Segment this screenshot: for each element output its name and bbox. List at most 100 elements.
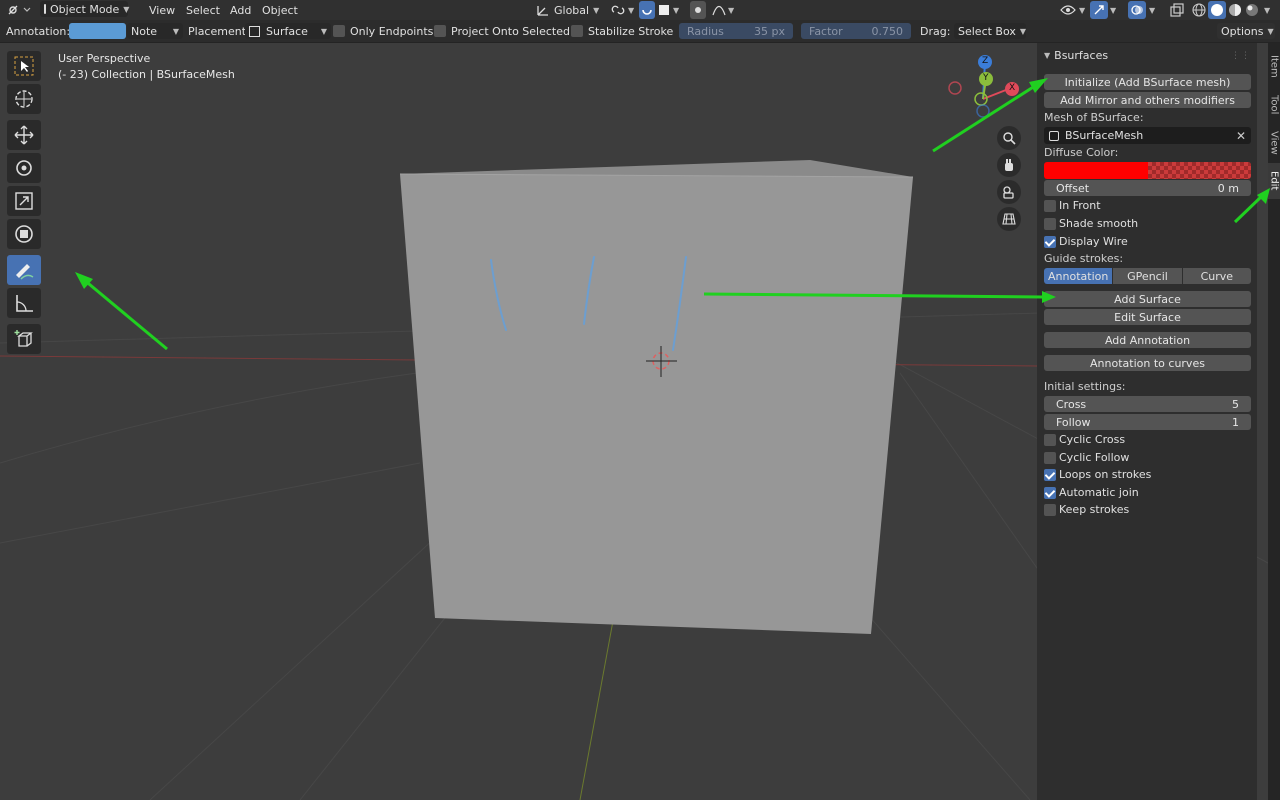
tool-move[interactable] — [7, 120, 41, 150]
mesh-value: BSurfaceMesh — [1065, 129, 1144, 142]
zoom-button[interactable] — [997, 126, 1021, 150]
close-icon[interactable]: ✕ — [1236, 129, 1246, 143]
in-front-checkbox[interactable]: In Front — [1044, 199, 1251, 212]
tab-edit[interactable]: Edit — [1268, 163, 1280, 199]
tool-select-box[interactable] — [7, 51, 41, 81]
radius-value: 35 px — [754, 24, 785, 38]
automatic-join-checkbox[interactable]: Automatic join — [1044, 486, 1251, 499]
perspective-toggle-button[interactable] — [997, 207, 1021, 231]
snap-toggle[interactable] — [639, 1, 655, 19]
drag-value: Select Box — [958, 24, 1016, 38]
checkbox-box — [434, 25, 446, 37]
menu-select[interactable]: Select — [186, 1, 220, 19]
seg-curve[interactable]: Curve — [1182, 268, 1251, 284]
cyclic-cross-checkbox[interactable]: Cyclic Cross — [1044, 433, 1251, 446]
drag-handle-icon[interactable]: ⋮⋮ — [1231, 51, 1251, 61]
grid-view-icon — [1002, 213, 1016, 225]
camera-icon — [1003, 186, 1014, 199]
checkbox-box — [1044, 235, 1056, 248]
annotation-color-swatch[interactable] — [69, 23, 126, 39]
tool-scale[interactable] — [7, 186, 41, 216]
tool-add-cube[interactable] — [7, 324, 41, 354]
tool-transform[interactable] — [7, 219, 41, 249]
cursor-icon — [15, 90, 33, 108]
xray-toggle[interactable] — [1170, 1, 1184, 19]
mode-dropdown[interactable]: Object Mode ▼ — [40, 1, 129, 17]
checkbox-box — [1044, 433, 1056, 446]
annotation-layer-name: Note — [131, 24, 158, 38]
placement-dropdown[interactable]: Surface ▼ — [245, 23, 331, 39]
gizmo-dropdown[interactable]: ▼ — [1110, 1, 1116, 19]
follow-label: Follow — [1056, 415, 1091, 429]
menu-object[interactable]: Object — [262, 1, 298, 19]
blender-window: Object Mode ▼ View Select Add Object Glo… — [0, 0, 1280, 800]
loops-on-strokes-checkbox[interactable]: Loops on strokes — [1044, 468, 1251, 481]
chevron-down-icon: ▼ — [728, 5, 735, 15]
offset-field[interactable]: Offset 0 m — [1044, 180, 1251, 196]
zoom-icon — [1003, 132, 1016, 145]
panel-header[interactable]: ▼ Bsurfaces ⋮⋮ — [1044, 49, 1251, 62]
chevron-down-icon: ▼ — [1110, 5, 1117, 15]
shading-solid-button[interactable] — [1208, 1, 1226, 19]
gizmo-x-label: X — [1009, 83, 1016, 93]
shading-wire-button[interactable] — [1192, 1, 1206, 19]
seg-gpencil[interactable]: GPencil — [1113, 268, 1183, 284]
shading-material-button[interactable] — [1228, 1, 1242, 19]
cross-field[interactable]: Cross 5 — [1044, 396, 1251, 412]
add-mirror-button[interactable]: Add Mirror and others modifiers — [1044, 92, 1251, 108]
overlay-toggle[interactable] — [1128, 1, 1146, 19]
chevron-down-icon: ▼ — [1079, 5, 1086, 15]
add-annotation-button[interactable]: Add Annotation — [1044, 332, 1251, 348]
falloff-dropdown[interactable]: ▼ — [712, 1, 734, 19]
orientation-dropdown[interactable]: Global ▼ — [536, 1, 599, 19]
keep-strokes-checkbox[interactable]: Keep strokes — [1044, 503, 1251, 516]
menu-add[interactable]: Add — [230, 1, 251, 19]
follow-field[interactable]: Follow 1 — [1044, 414, 1251, 430]
factor-field[interactable]: Factor 0.750 — [801, 23, 911, 39]
annotation-to-curves-button[interactable]: Annotation to curves — [1044, 355, 1251, 371]
radius-label: Radius — [687, 24, 724, 38]
tab-tool[interactable]: Tool — [1268, 87, 1280, 123]
tool-measure[interactable] — [7, 288, 41, 318]
tool-cursor[interactable] — [7, 84, 41, 114]
snap-target-icon — [659, 5, 669, 15]
diffuse-color-swatch[interactable] — [1044, 162, 1251, 179]
menu-view[interactable]: View — [149, 1, 175, 19]
shade-smooth-checkbox[interactable]: Shade smooth — [1044, 217, 1251, 230]
tab-view[interactable]: View — [1268, 125, 1280, 161]
display-wire-checkbox[interactable]: Display Wire — [1044, 235, 1251, 248]
gizmo-toggle[interactable] — [1090, 1, 1108, 19]
drag-label: Drag: — [920, 24, 951, 38]
shading-dropdown[interactable]: ▼ — [1264, 1, 1270, 19]
mesh-label: Mesh of BSurface: — [1044, 111, 1144, 124]
xray-icon — [1170, 3, 1184, 17]
tab-item[interactable]: Item — [1268, 47, 1280, 85]
drag-dropdown[interactable]: Select Box ▼ — [954, 23, 1026, 39]
project-onto-selected-checkbox[interactable]: Project Onto Selected — [434, 22, 570, 40]
add-surface-button[interactable]: Add Surface — [1044, 291, 1251, 307]
radius-field[interactable]: Radius 35 px — [679, 23, 793, 39]
pivot-dropdown[interactable]: ▼ — [610, 1, 634, 19]
cyclic-follow-checkbox[interactable]: Cyclic Follow — [1044, 451, 1251, 464]
annotation-layer-dropdown[interactable]: Note ▼ — [127, 23, 183, 39]
tool-rotate[interactable] — [7, 153, 41, 183]
tool-annotate[interactable] — [7, 255, 41, 285]
pan-button[interactable] — [997, 153, 1021, 177]
seg-annotation[interactable]: Annotation — [1044, 268, 1114, 284]
cyclic-cross-label: Cyclic Cross — [1059, 433, 1126, 446]
editor-type-button[interactable] — [6, 1, 32, 19]
only-endpoints-checkbox[interactable]: Only Endpoints — [333, 22, 433, 40]
visibility-dropdown[interactable]: ▼ — [1060, 1, 1085, 19]
initialize-button[interactable]: Initialize (Add BSurface mesh) — [1044, 74, 1251, 90]
snap-target-dropdown[interactable]: ▼ — [659, 1, 679, 19]
shading-render-button[interactable] — [1245, 1, 1259, 19]
checkbox-box — [333, 25, 345, 37]
camera-view-button[interactable] — [997, 180, 1021, 204]
checkbox-box — [1044, 217, 1056, 230]
stabilize-stroke-checkbox[interactable]: Stabilize Stroke — [571, 22, 673, 40]
edit-surface-button[interactable]: Edit Surface — [1044, 309, 1251, 325]
overlay-dropdown[interactable]: ▼ — [1149, 1, 1155, 19]
mesh-field[interactable]: BSurfaceMesh ✕ — [1044, 127, 1251, 144]
proportional-toggle[interactable] — [690, 1, 706, 19]
options-dropdown[interactable]: Options ▼ — [1217, 23, 1275, 39]
